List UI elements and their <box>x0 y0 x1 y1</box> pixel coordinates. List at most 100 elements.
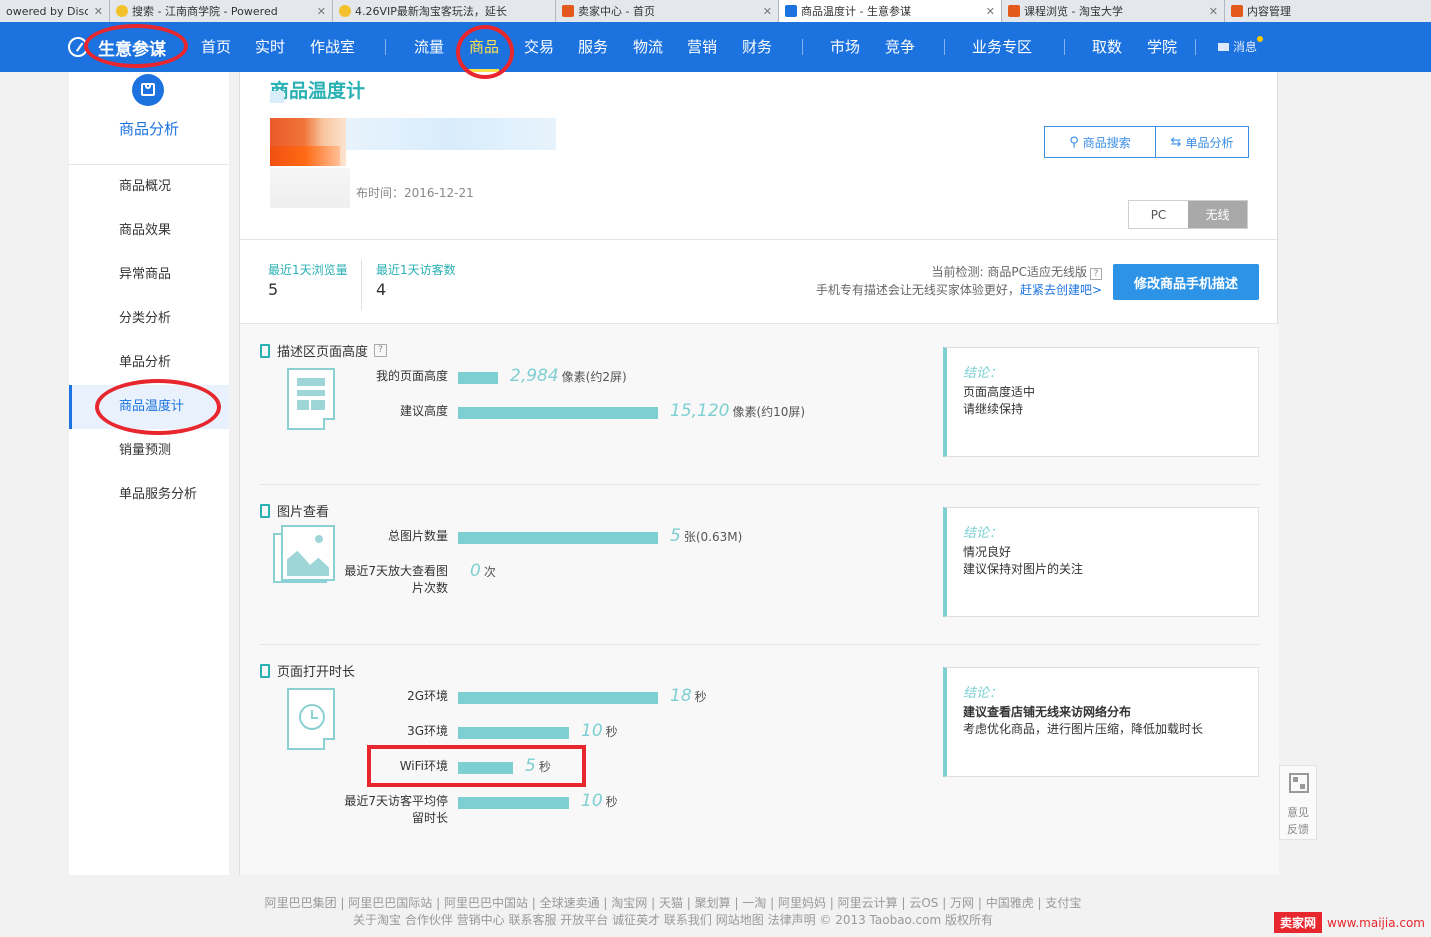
watermark-url: www.maijia.com <box>1327 915 1425 930</box>
sidebar-item-thermometer[interactable]: 商品温度计 <box>69 385 229 429</box>
tab-favicon-icon <box>339 5 351 17</box>
stat-label-visitors: 最近1天访客数 <box>376 263 456 277</box>
help-icon[interactable]: ? <box>374 344 388 357</box>
nav-item-academy[interactable]: 学院 <box>1147 22 1177 72</box>
metric-bar <box>458 692 658 704</box>
nav-item-finance[interactable]: 财务 <box>742 22 772 72</box>
close-tab-icon[interactable]: ✕ <box>94 5 103 18</box>
nav-item-logistics[interactable]: 物流 <box>633 22 663 72</box>
metric-label: 3G环境 <box>407 724 448 738</box>
sidebar-item-service-analysis[interactable]: 单品服务分析 <box>69 473 229 517</box>
conclusion-label: 结论： <box>963 366 1003 381</box>
sidebar-item-forecast[interactable]: 销量预测 <box>69 429 229 473</box>
metric-bar <box>458 727 569 739</box>
mobile-detection-notice: 当前检测: 商品PC适应无线版? 手机专有描述会让无线买家体验更好，赶紧去创建吧… <box>815 265 1102 297</box>
blurred-area <box>270 168 350 208</box>
single-analysis-button[interactable]: ⇆ 单品分析 <box>1155 126 1249 158</box>
nav-divider <box>385 39 386 55</box>
messages-label: 消息 <box>1233 40 1258 54</box>
tab-favicon-icon <box>785 5 797 17</box>
toggle-pc[interactable]: PC <box>1129 201 1188 228</box>
browser-tab[interactable]: owered by Disc ✕ <box>0 0 110 22</box>
nav-item-realtime[interactable]: 实时 <box>255 22 285 72</box>
metric-value: 5 张(0.63M) <box>670 526 743 546</box>
metric-value: 2,984 像素(约2屏) <box>510 366 627 386</box>
brand-name: 生意参谋 <box>98 39 166 60</box>
close-tab-icon[interactable]: ✕ <box>1209 5 1218 18</box>
metric-value: 10 秒 <box>581 721 618 741</box>
divider <box>240 239 1279 240</box>
metric-label: 我的页面高度 <box>375 369 448 383</box>
envelope-icon <box>1218 43 1229 51</box>
nav-divider <box>802 39 803 55</box>
nav-item-market[interactable]: 市场 <box>830 22 860 72</box>
nav-item-business-zone[interactable]: 业务专区 <box>972 22 1032 72</box>
brand-logo[interactable]: 生意参谋 <box>68 22 166 72</box>
product-name-blurred <box>346 118 556 150</box>
browser-tab[interactable]: 卖家中心 - 首页 ✕ <box>556 0 779 22</box>
nav-item-trade[interactable]: 交易 <box>524 22 554 72</box>
diagnostic-panel: 描述区页面高度 ? 我的页面高度 2,984 像素(约2屏) 建议高度 15,12… <box>240 324 1279 875</box>
metric-value: 18 秒 <box>670 686 707 706</box>
metric-bar <box>458 797 569 809</box>
browser-tab[interactable]: 课程浏览 - 淘宝大学 ✕ <box>1002 0 1225 22</box>
switch-arrows-icon: ⇆ <box>1170 134 1182 150</box>
sidebar-item-single[interactable]: 单品分析 <box>69 341 229 385</box>
nav-divider <box>944 39 945 55</box>
metric-bar <box>458 762 513 774</box>
metric-label: 建议高度 <box>399 404 448 418</box>
close-tab-icon[interactable]: ✕ <box>986 5 995 18</box>
sidebar-title: 商品分析 <box>118 120 179 138</box>
toggle-wireless[interactable]: 无线 <box>1188 201 1247 228</box>
phone-icon <box>260 343 270 358</box>
section-title-images: 图片查看 <box>260 501 329 520</box>
footer: 阿里巴巴集团 | 阿里巴巴国际站 | 阿里巴巴中国站 | 全球速卖通 | 淘宝网… <box>0 895 1346 929</box>
messages-link[interactable]: 消息 <box>1218 22 1264 72</box>
nav-item-service[interactable]: 服务 <box>578 22 608 72</box>
watermark-brand: 卖家网 <box>1273 912 1322 933</box>
nav-divider <box>1195 39 1196 55</box>
browser-tab[interactable]: 搜索 - 江南商学院 - Powered ✕ <box>110 0 333 22</box>
nav-item-traffic[interactable]: 流量 <box>414 22 444 72</box>
product-search-button[interactable]: ⚲ 商品搜索 <box>1044 126 1156 158</box>
nav-item-marketing[interactable]: 营销 <box>687 22 717 72</box>
tab-favicon-icon <box>562 5 574 17</box>
stat-label-views: 最近1天浏览量 <box>268 263 348 277</box>
metric-value: 5秒 <box>525 756 551 776</box>
close-tab-icon[interactable]: ✕ <box>763 5 772 18</box>
browser-tab[interactable]: 4.26VIP最新淘宝客玩法，延长 <box>333 0 556 22</box>
sidebar-item-effect[interactable]: 商品效果 <box>69 209 229 253</box>
section-divider <box>260 484 1259 485</box>
edit-mobile-description-button[interactable]: 修改商品手机描述 <box>1113 264 1259 300</box>
footer-links[interactable]: 阿里巴巴集团 | 阿里巴巴国际站 | 阿里巴巴中国站 | 全球速卖通 | 淘宝网… <box>0 895 1346 912</box>
nav-item-data-fetch[interactable]: 取数 <box>1092 22 1122 72</box>
browser-tab-active[interactable]: 商品温度计 - 生意参谋 ✕ <box>779 0 1002 22</box>
browser-tab[interactable]: 内容管理 <box>1225 0 1431 22</box>
nav-item-competition[interactable]: 竞争 <box>885 22 915 72</box>
metric-value: 15,120 像素(约10屏) <box>670 401 806 421</box>
close-tab-icon[interactable]: ✕ <box>317 5 326 18</box>
device-toggle: PC 无线 <box>1128 200 1248 229</box>
metric-label: 2G环境 <box>407 689 448 703</box>
help-icon[interactable]: ? <box>1090 268 1102 280</box>
clock-icon <box>299 704 325 730</box>
stat-value-views: 5 <box>268 280 279 299</box>
search-icon: ⚲ <box>1069 134 1079 150</box>
watermark: 卖家网 www.maijia.com <box>1273 912 1425 933</box>
shopping-bag-icon <box>132 74 164 106</box>
phone-icon <box>260 503 270 518</box>
conclusion-label: 结论： <box>963 526 1003 541</box>
sidebar-item-abnormal[interactable]: 异常商品 <box>69 253 229 297</box>
nav-item-war-room[interactable]: 作战室 <box>310 22 355 72</box>
sidebar-item-category[interactable]: 分类分析 <box>69 297 229 341</box>
feedback-widget[interactable]: 意见 反馈 <box>1279 765 1317 840</box>
nav-item-home[interactable]: 首页 <box>201 22 231 72</box>
tab-favicon-icon <box>1008 5 1020 17</box>
metric-bar <box>458 407 658 419</box>
metric-value: 0次 <box>470 561 496 581</box>
create-mobile-desc-link[interactable]: 赶紧去创建吧> <box>1020 283 1102 297</box>
conclusion-card: 结论： 建议查看店铺无线来访网络分布 考虑优化商品，进行图片压缩，降低加载时长 <box>943 667 1259 777</box>
nav-item-product[interactable]: 商品 <box>469 22 500 72</box>
qr-code-icon <box>1289 773 1309 793</box>
sidebar-item-overview[interactable]: 商品概况 <box>69 165 229 209</box>
